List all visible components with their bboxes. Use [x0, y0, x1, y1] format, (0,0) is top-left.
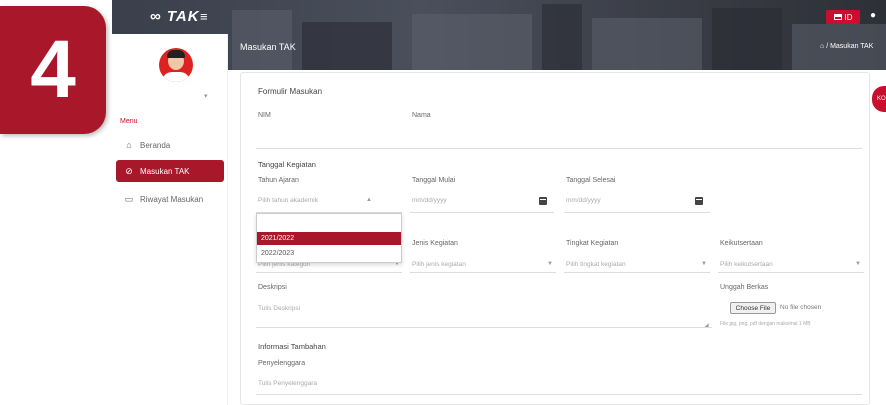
- screen: ∞ TAK ≡ ID ● Masukan TAK ⌂ / Masukan TAK…: [0, 0, 886, 405]
- chevron-down-icon: ▼: [855, 261, 861, 267]
- sidebar-item-label: Beranda: [140, 140, 171, 150]
- dropdown-option[interactable]: 2022/2023: [257, 247, 401, 260]
- nama-label: Nama: [412, 112, 431, 119]
- sidebar-item-beranda[interactable]: ⌂ Beranda: [116, 134, 224, 156]
- keikutsertaan-label: Keikutsertaan: [720, 240, 763, 247]
- keikutsertaan-select[interactable]: Pilih keikutsertaan: [720, 261, 773, 268]
- step-number: 4: [30, 24, 76, 115]
- breadcrumb: ⌂ / Masukan TAK: [820, 43, 873, 50]
- jenis-kegiatan-select[interactable]: Pilih jenis kegiatan: [412, 261, 466, 268]
- calendar-icon[interactable]: [695, 197, 703, 205]
- breadcrumb-current: / Masukan TAK: [826, 43, 874, 50]
- kategori-underline: [256, 272, 402, 273]
- step-badge: 4: [0, 6, 106, 134]
- section-tanggal-kegiatan: Tanggal Kegiatan: [258, 160, 316, 169]
- sidebar-item-label: Masukan TAK: [140, 166, 190, 176]
- user-icon[interactable]: ●: [866, 10, 880, 24]
- app-logo[interactable]: ∞ TAK: [150, 8, 200, 25]
- folder-icon: ▭: [124, 193, 134, 204]
- tingkat-kegiatan-label: Tingkat Kegiatan: [566, 240, 619, 247]
- nim-nama-divider: [256, 148, 862, 149]
- deskripsi-textarea[interactable]: Tulis Deskripsi: [258, 305, 300, 312]
- penyelenggara-label: Penyelenggara: [258, 360, 306, 367]
- sidebar: ▾ Menu ⌂ Beranda ⊘ Masukan TAK ▭ Riwayat…: [112, 34, 228, 405]
- tingkat-kegiatan-underline: [564, 272, 710, 273]
- check-circle-icon: ⊘: [125, 165, 133, 176]
- sidebar-item-masukan-tak[interactable]: ⊘ Masukan TAK: [116, 160, 224, 182]
- tahun-ajaran-dropdown: 2021/2022 2022/2023: [256, 213, 402, 263]
- tahun-ajaran-select[interactable]: Pilih tahun akademik: [258, 197, 318, 204]
- menu-toggle-icon[interactable]: ≡: [200, 9, 208, 24]
- chevron-down-icon[interactable]: ▾: [204, 92, 208, 100]
- tanggal-mulai-input[interactable]: mm/dd/yyyy: [412, 197, 447, 204]
- choose-file-button[interactable]: Choose File: [730, 302, 776, 314]
- tanggal-selesai-label: Tanggal Selesai: [566, 177, 616, 184]
- home-icon: ⌂: [126, 140, 132, 150]
- flag-icon: [833, 14, 842, 20]
- dropdown-option[interactable]: 2021/2022: [257, 232, 401, 245]
- deskripsi-underline: [256, 327, 712, 328]
- tanggal-mulai-label: Tanggal Mulai: [412, 177, 456, 184]
- chevron-up-icon: ▲: [366, 197, 372, 203]
- keikutsertaan-underline: [718, 272, 864, 273]
- chevron-down-icon: ▼: [547, 261, 553, 267]
- tahun-ajaran-label: Tahun Ajaran: [258, 177, 299, 184]
- side-panel-tab[interactable]: KO: [872, 86, 886, 112]
- jenis-kegiatan-underline: [410, 272, 556, 273]
- menu-label: Menu: [120, 118, 138, 125]
- file-status: No file chosen: [780, 304, 822, 311]
- language-button[interactable]: ID: [826, 10, 860, 24]
- penyelenggara-input[interactable]: Tulis Penyelenggara: [258, 380, 317, 387]
- form-title: Formulir Masukan: [258, 87, 323, 96]
- home-icon[interactable]: ⌂: [820, 43, 824, 50]
- tingkat-kegiatan-select[interactable]: Pilih tingkat kegiatan: [566, 261, 626, 268]
- jenis-kegiatan-label: Jenis Kegiatan: [412, 240, 458, 247]
- page-title: Masukan TAK: [240, 42, 296, 52]
- tanggal-selesai-underline: [564, 212, 710, 213]
- penyelenggara-underline: [256, 394, 862, 395]
- sidebar-item-label: Riwayat Masukan: [140, 194, 204, 204]
- unggah-berkas-label: Unggah Berkas: [720, 284, 769, 291]
- header-banner: [112, 0, 886, 70]
- section-informasi-tambahan: Informasi Tambahan: [258, 342, 326, 351]
- sidebar-item-riwayat-masukan[interactable]: ▭ Riwayat Masukan: [116, 188, 224, 210]
- calendar-icon[interactable]: [539, 197, 547, 205]
- tanggal-selesai-input[interactable]: mm/dd/yyyy: [566, 197, 601, 204]
- deskripsi-label: Deskripsi: [258, 284, 287, 291]
- nim-label: NIM: [258, 112, 271, 119]
- chevron-down-icon: ▼: [701, 261, 707, 267]
- tanggal-mulai-underline: [410, 212, 554, 213]
- language-label: ID: [844, 12, 853, 22]
- file-hint: File jpg, png, pdf dengan maksimal 1 MB: [720, 321, 811, 327]
- avatar[interactable]: [159, 48, 193, 82]
